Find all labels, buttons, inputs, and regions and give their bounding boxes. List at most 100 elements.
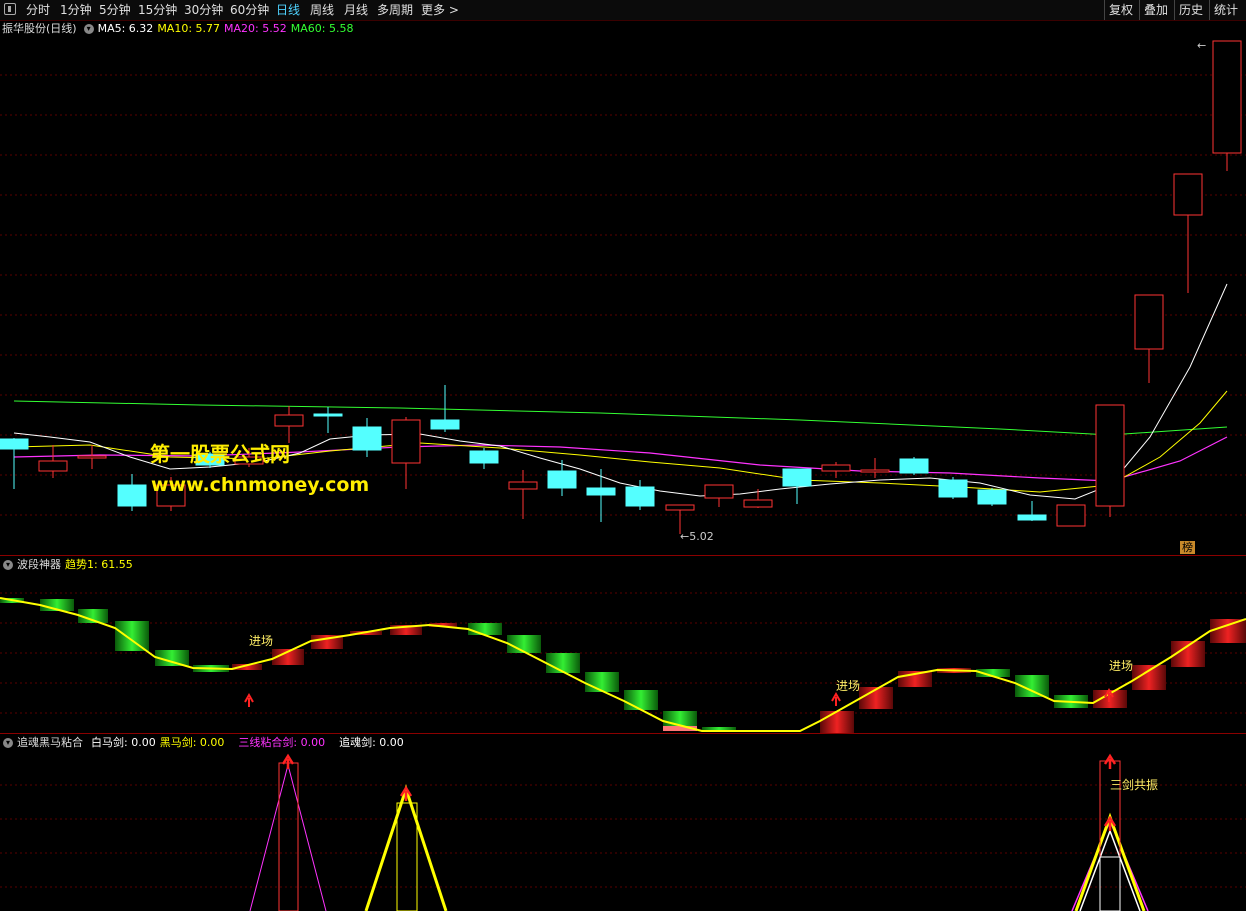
ma60-line — [13, 400, 1228, 436]
settings-toggle-icon[interactable]: ▾ — [83, 24, 94, 34]
candle-body — [899, 458, 929, 474]
candle — [938, 477, 968, 499]
candle — [1134, 294, 1164, 383]
low-price-marker: ←5.02 — [680, 530, 714, 543]
candle — [586, 469, 616, 522]
signal-arrow — [281, 753, 295, 769]
restore-rights-button[interactable]: 复权 — [1104, 0, 1137, 20]
wave-block — [820, 711, 854, 733]
candle-body — [117, 484, 147, 507]
stock-title: 振华股份(日线) — [2, 22, 77, 35]
signal-arrow — [1103, 753, 1117, 769]
wave-block — [585, 672, 619, 692]
candle-body — [1056, 504, 1086, 527]
wave-indicator-chart[interactable]: 进场 进场 进场 — [0, 573, 1246, 733]
candle-body — [391, 419, 421, 464]
candle — [352, 418, 382, 457]
candle-body — [1095, 404, 1125, 507]
candle — [1173, 173, 1203, 293]
candle-body — [977, 489, 1007, 505]
period-tab-60min[interactable]: 60分钟 — [230, 1, 269, 19]
sword-gridlines — [0, 784, 1246, 888]
chase-sword-label: 追魂剑: 0.00 — [339, 736, 404, 749]
wave-panel-header: ▾ 波段神器 趋势1: 61.55 — [0, 557, 137, 573]
statistics-button[interactable]: 统计 — [1209, 0, 1242, 20]
sword-signals — [249, 753, 1149, 911]
candle-body — [938, 479, 968, 498]
candle-body — [77, 455, 107, 459]
ma60-label: MA60: 5.58 — [290, 22, 354, 35]
sword-title: 追魂黑马粘合 — [17, 736, 83, 749]
period-toolbar: 分时 1分钟 5分钟 15分钟 30分钟 60分钟 日线 周线 月线 多周期 更… — [0, 0, 1246, 21]
entry-label-2: 进场 — [836, 679, 860, 693]
candle-body — [1134, 294, 1164, 350]
ma5-label: MA5: 6.32 — [97, 22, 154, 35]
trend-value: 趋势1: 61.55 — [65, 558, 133, 571]
panel-divider — [0, 555, 1246, 556]
candle — [782, 468, 812, 504]
sword-indicator-chart[interactable]: 三剑共振 — [0, 751, 1246, 911]
candle-body — [352, 426, 382, 451]
candle — [313, 407, 343, 433]
candle — [547, 460, 577, 496]
three-line-sword-label: 三线粘合剑: 0.00 — [238, 736, 326, 749]
period-tab-15min[interactable]: 15分钟 — [138, 1, 177, 19]
period-tab-1min[interactable]: 1分钟 — [60, 1, 92, 19]
candle-body — [704, 484, 734, 499]
candle — [1212, 40, 1242, 171]
candle — [625, 480, 655, 510]
black-sword — [364, 784, 448, 911]
rank-badge[interactable]: 榜 — [1180, 541, 1195, 554]
candle — [391, 417, 421, 489]
candle — [38, 445, 68, 478]
history-button[interactable]: 历史 — [1174, 0, 1207, 20]
white-sword-label: 白马剑: 0.00 — [91, 736, 156, 749]
wave-block — [507, 635, 541, 653]
three-line-sword — [1071, 819, 1149, 911]
candle-body — [38, 460, 68, 472]
period-tab-intraday[interactable]: 分时 — [26, 1, 50, 19]
period-tab-30min[interactable]: 30分钟 — [184, 1, 223, 19]
candle — [1095, 404, 1125, 517]
candle-body — [782, 468, 812, 487]
candle-body — [430, 419, 460, 430]
candle — [508, 470, 538, 519]
period-tab-daily[interactable]: 日线 — [276, 1, 300, 19]
period-tab-weekly[interactable]: 周线 — [310, 1, 334, 19]
candle — [821, 462, 851, 478]
candle-body — [860, 469, 890, 473]
ma10-label: MA10: 5.77 — [157, 22, 221, 35]
wave-title: 波段神器 — [17, 558, 61, 571]
candle-body — [821, 464, 851, 472]
entry-arrows — [244, 687, 1114, 707]
period-tab-5min[interactable]: 5分钟 — [99, 1, 131, 19]
candle — [899, 457, 929, 475]
candle — [469, 448, 499, 469]
overlay-button[interactable]: 叠加 — [1139, 0, 1172, 20]
candle — [1056, 504, 1086, 527]
wave-settings-icon[interactable]: ▾ — [3, 560, 13, 570]
more-menu-button[interactable]: 更多 > — [421, 1, 459, 19]
candle — [977, 488, 1007, 506]
candle — [1017, 501, 1047, 521]
high-arrow-marker: ← — [1197, 39, 1206, 52]
watermark-url: www.chnmoney.com — [151, 474, 370, 496]
candle-body — [469, 450, 499, 464]
window-icon[interactable] — [4, 3, 16, 15]
panel-divider-2 — [0, 733, 1246, 734]
candle-body — [1017, 514, 1047, 521]
candle-body — [665, 504, 695, 511]
three-line-sword — [249, 763, 327, 911]
period-tab-monthly[interactable]: 月线 — [344, 1, 368, 19]
sword-settings-icon[interactable]: ▾ — [3, 738, 13, 748]
candle-body — [0, 438, 29, 450]
entry-arrow — [244, 692, 254, 707]
sword-panel-header: ▾ 追魂黑马粘合 白马剑: 0.00 黑马剑: 0.00 三线粘合剑: 0.00 追魂剑:… — [0, 735, 408, 751]
candle-body — [1173, 173, 1203, 216]
candle — [117, 474, 147, 511]
period-tab-multi[interactable]: 多周期 — [377, 1, 413, 19]
wave-block — [546, 653, 580, 673]
signal-bar — [1099, 856, 1121, 911]
candle-body — [743, 499, 773, 508]
candle — [0, 438, 29, 489]
